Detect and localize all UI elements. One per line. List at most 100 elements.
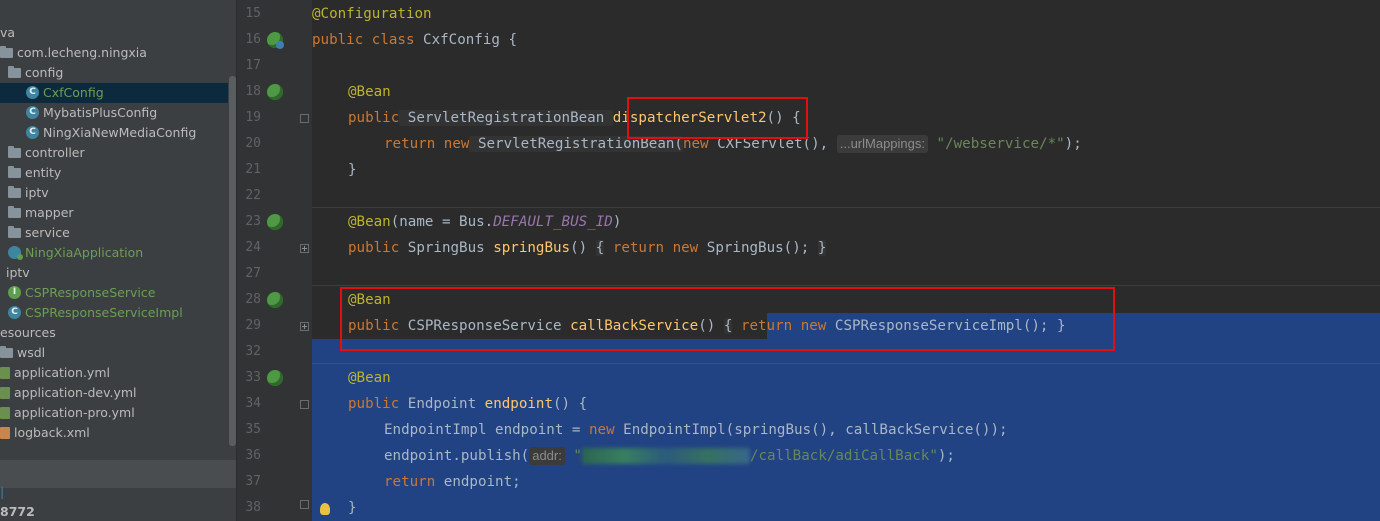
tree-row-ningxiaapplication[interactable]: NingXiaApplication: [0, 243, 228, 263]
code-text: }: [348, 162, 357, 178]
spring-bean-icon[interactable]: [267, 214, 283, 230]
tree-row-resources[interactable]: esources: [0, 323, 228, 343]
code-line-16[interactable]: public class CxfConfig {: [312, 27, 517, 53]
tree-row-cspresponseservice[interactable]: I CSPResponseService: [0, 283, 228, 303]
type-text: SpringBus: [399, 240, 494, 256]
code-line-21[interactable]: }: [348, 157, 357, 183]
method-name-text: dispatcherServlet2: [612, 110, 767, 126]
tree-label: esources: [0, 325, 56, 340]
folded-brace[interactable]: {: [595, 240, 605, 256]
code-line-19[interactable]: public ServletRegistrationBean dispatche…: [348, 105, 801, 131]
tree-row-application-pro-yml[interactable]: application-pro.yml: [0, 403, 228, 423]
constant-text: DEFAULT_BUS_ID: [493, 214, 613, 230]
code-line-23[interactable]: @Bean(name = Bus.DEFAULT_BUS_ID): [348, 209, 621, 235]
line-number: 28: [245, 292, 261, 307]
line-number: 20: [245, 136, 261, 151]
string-text: "/webservice/*": [936, 136, 1065, 152]
tree-label: logback.xml: [14, 425, 90, 440]
tree-label: controller: [25, 145, 85, 160]
folder-icon: [8, 145, 21, 158]
fold-marker-icon[interactable]: [300, 500, 309, 509]
keyword-text: new: [682, 136, 709, 152]
number-text: 8772: [0, 504, 35, 519]
code-line-34[interactable]: public Endpoint endpoint() {: [348, 391, 587, 417]
tree-row-iptv[interactable]: iptv: [0, 183, 228, 203]
marker-text: |: [0, 484, 5, 499]
code-text: CSPResponseServiceImpl();: [826, 318, 1049, 334]
code-line-18[interactable]: @Bean: [348, 79, 391, 105]
code-line-36[interactable]: endpoint.publish(addr: " /callBack/adiCal…: [384, 443, 955, 469]
annotation-text: @Bean: [348, 84, 391, 100]
folded-brace[interactable]: }: [817, 240, 827, 256]
tree-label: CSPResponseServiceImpl: [25, 305, 183, 320]
folder-icon: [8, 205, 21, 218]
spring-bean-icon[interactable]: [267, 84, 283, 100]
tree-bottom-marker: |: [0, 482, 228, 502]
tree-row-logback-xml[interactable]: logback.xml: [0, 423, 228, 443]
spring-bean-run-icon[interactable]: [267, 32, 284, 49]
folder-icon: [8, 225, 21, 238]
tree-row-ningxianewmediaconfig[interactable]: C NingXiaNewMediaConfig: [0, 123, 228, 143]
tree-label: com.lecheng.ningxia: [17, 45, 147, 60]
code-text: CxfConfig {: [414, 32, 517, 48]
tree-row-mybatisplusconfig[interactable]: C MybatisPlusConfig: [0, 103, 228, 123]
tree-row-mapper[interactable]: mapper: [0, 203, 228, 223]
tree-label: application-pro.yml: [14, 405, 135, 420]
keyword-text: return new: [612, 240, 699, 256]
fold-marker-icon[interactable]: [300, 114, 309, 123]
code-text: (): [570, 240, 596, 256]
code-line-37[interactable]: return endpoint;: [384, 469, 521, 495]
code-line-35[interactable]: EndpointImpl endpoint = new EndpointImpl…: [384, 417, 1008, 443]
tree-row-wsdl[interactable]: wsdl: [0, 343, 228, 363]
string-quote: ": [573, 448, 582, 464]
fold-expand-icon[interactable]: [300, 322, 309, 331]
line-number: 24: [245, 240, 261, 255]
code-line-29[interactable]: public CSPResponseService callBackServic…: [348, 313, 1066, 339]
folder-icon: [0, 345, 13, 358]
tree-scrollbar[interactable]: [229, 76, 236, 446]
tree-row-entity[interactable]: entity: [0, 163, 228, 183]
line-number: 32: [245, 344, 261, 359]
tree-row-package-root[interactable]: com.lecheng.ningxia: [0, 43, 228, 63]
tree-row-va[interactable]: va: [0, 23, 228, 43]
tree-label: va: [0, 25, 16, 40]
spring-bean-icon[interactable]: [267, 292, 283, 308]
fold-expand-icon[interactable]: [300, 244, 309, 253]
tree-row-iptv-package[interactable]: iptv: [0, 263, 228, 283]
fold-marker-icon[interactable]: [300, 400, 309, 409]
tree-row-cxfconfig[interactable]: C CxfConfig: [0, 83, 228, 103]
line-number: 21: [245, 162, 261, 177]
spring-bean-icon[interactable]: [267, 370, 283, 386]
class-icon: C: [8, 306, 21, 319]
keyword-text: public: [348, 240, 400, 256]
folder-icon: [8, 185, 21, 198]
type-text: ServletRegistrationBean: [399, 110, 613, 126]
folded-brace[interactable]: {: [723, 318, 733, 334]
folded-brace[interactable]: }: [1057, 318, 1066, 334]
line-number: 15: [245, 6, 261, 21]
folder-icon: [8, 65, 21, 78]
line-number: 16: [245, 32, 261, 47]
code-line-38[interactable]: }: [348, 495, 357, 521]
tree-row-application-yml[interactable]: application.yml: [0, 363, 228, 383]
tree-row-service[interactable]: service: [0, 223, 228, 243]
code-text: () {: [766, 110, 801, 126]
code-text: EndpointImpl endpoint =: [384, 422, 589, 438]
tree-row-config[interactable]: config: [0, 63, 228, 83]
tree-row-cspresponseserviceimpl[interactable]: C CSPResponseServiceImpl: [0, 303, 228, 323]
code-line-24[interactable]: public SpringBus springBus() { return ne…: [348, 235, 827, 261]
tree-label: CSPResponseService: [25, 285, 156, 300]
tree-row-application-dev-yml[interactable]: application-dev.yml: [0, 383, 228, 403]
folder-icon: [8, 165, 21, 178]
lightbulb-icon[interactable]: [320, 503, 330, 515]
code-line-20[interactable]: return new ServletRegistrationBean(new C…: [384, 131, 1082, 157]
class-icon: C: [26, 126, 39, 139]
tree-label: wsdl: [17, 345, 46, 360]
tree-row-controller[interactable]: controller: [0, 143, 228, 163]
code-line-28[interactable]: @Bean: [348, 287, 391, 313]
code-text: SpringBus();: [698, 240, 810, 256]
code-editor[interactable]: @Configuration public class CxfConfig { …: [312, 0, 1380, 521]
code-line-15[interactable]: @Configuration: [312, 1, 432, 27]
code-line-33[interactable]: @Bean: [348, 365, 391, 391]
class-icon: C: [26, 106, 39, 119]
